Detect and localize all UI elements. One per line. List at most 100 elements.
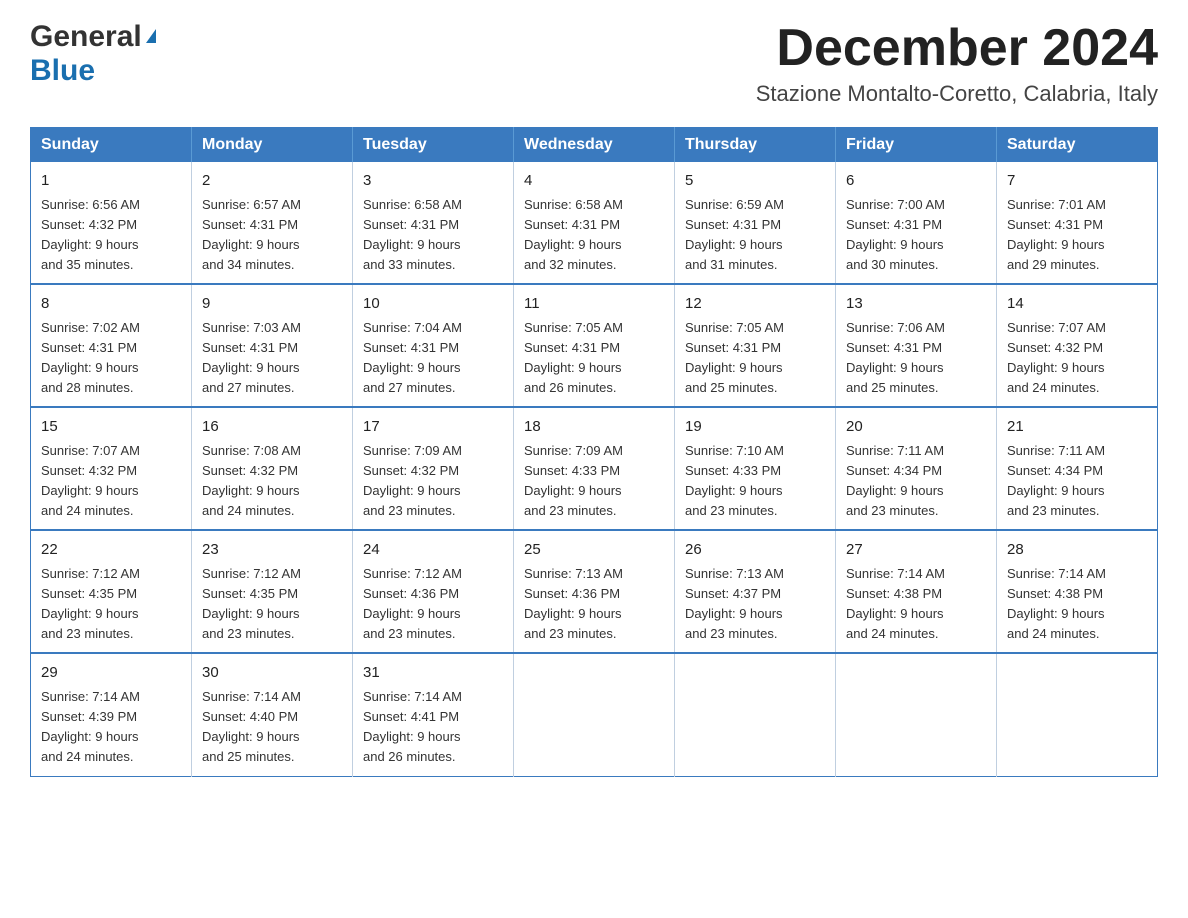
logo-blue: Blue <box>30 54 95 88</box>
day-number: 20 <box>846 416 986 439</box>
calendar-cell: 27Sunrise: 7:14 AMSunset: 4:38 PMDayligh… <box>836 530 997 653</box>
calendar-cell: 8Sunrise: 7:02 AMSunset: 4:31 PMDaylight… <box>31 284 192 407</box>
day-number: 8 <box>41 293 181 316</box>
month-title: December 2024 <box>756 20 1158 77</box>
day-of-week-header: Thursday <box>675 128 836 163</box>
day-number: 9 <box>202 293 342 316</box>
header-right: December 2024 Stazione Montalto-Coretto,… <box>756 20 1158 107</box>
day-of-week-header: Wednesday <box>514 128 675 163</box>
day-number: 16 <box>202 416 342 439</box>
day-number: 23 <box>202 539 342 562</box>
calendar-cell: 11Sunrise: 7:05 AMSunset: 4:31 PMDayligh… <box>514 284 675 407</box>
location-title: Stazione Montalto-Coretto, Calabria, Ita… <box>756 81 1158 107</box>
day-info: Sunrise: 7:10 AMSunset: 4:33 PMDaylight:… <box>685 441 825 522</box>
day-number: 25 <box>524 539 664 562</box>
day-number: 5 <box>685 170 825 193</box>
day-number: 10 <box>363 293 503 316</box>
day-number: 6 <box>846 170 986 193</box>
calendar-cell: 15Sunrise: 7:07 AMSunset: 4:32 PMDayligh… <box>31 407 192 530</box>
day-number: 28 <box>1007 539 1147 562</box>
calendar-cell: 24Sunrise: 7:12 AMSunset: 4:36 PMDayligh… <box>353 530 514 653</box>
day-info: Sunrise: 6:56 AMSunset: 4:32 PMDaylight:… <box>41 195 181 276</box>
day-info: Sunrise: 7:08 AMSunset: 4:32 PMDaylight:… <box>202 441 342 522</box>
day-info: Sunrise: 6:57 AMSunset: 4:31 PMDaylight:… <box>202 195 342 276</box>
calendar-cell: 5Sunrise: 6:59 AMSunset: 4:31 PMDaylight… <box>675 162 836 284</box>
day-of-week-header: Monday <box>192 128 353 163</box>
calendar-cell: 9Sunrise: 7:03 AMSunset: 4:31 PMDaylight… <box>192 284 353 407</box>
calendar-week-row: 8Sunrise: 7:02 AMSunset: 4:31 PMDaylight… <box>31 284 1158 407</box>
calendar-cell: 31Sunrise: 7:14 AMSunset: 4:41 PMDayligh… <box>353 653 514 776</box>
calendar-cell: 21Sunrise: 7:11 AMSunset: 4:34 PMDayligh… <box>997 407 1158 530</box>
day-info: Sunrise: 7:11 AMSunset: 4:34 PMDaylight:… <box>846 441 986 522</box>
calendar-cell: 14Sunrise: 7:07 AMSunset: 4:32 PMDayligh… <box>997 284 1158 407</box>
day-info: Sunrise: 7:01 AMSunset: 4:31 PMDaylight:… <box>1007 195 1147 276</box>
day-number: 18 <box>524 416 664 439</box>
day-number: 27 <box>846 539 986 562</box>
day-info: Sunrise: 7:06 AMSunset: 4:31 PMDaylight:… <box>846 318 986 399</box>
day-info: Sunrise: 7:14 AMSunset: 4:38 PMDaylight:… <box>846 564 986 645</box>
calendar-cell: 30Sunrise: 7:14 AMSunset: 4:40 PMDayligh… <box>192 653 353 776</box>
calendar-cell: 23Sunrise: 7:12 AMSunset: 4:35 PMDayligh… <box>192 530 353 653</box>
calendar-cell <box>514 653 675 776</box>
day-number: 11 <box>524 293 664 316</box>
calendar-week-row: 15Sunrise: 7:07 AMSunset: 4:32 PMDayligh… <box>31 407 1158 530</box>
day-info: Sunrise: 7:02 AMSunset: 4:31 PMDaylight:… <box>41 318 181 399</box>
day-number: 2 <box>202 170 342 193</box>
day-info: Sunrise: 6:58 AMSunset: 4:31 PMDaylight:… <box>363 195 503 276</box>
calendar-cell: 7Sunrise: 7:01 AMSunset: 4:31 PMDaylight… <box>997 162 1158 284</box>
day-of-week-header: Saturday <box>997 128 1158 163</box>
day-number: 4 <box>524 170 664 193</box>
day-info: Sunrise: 7:14 AMSunset: 4:41 PMDaylight:… <box>363 687 503 768</box>
day-info: Sunrise: 7:13 AMSunset: 4:37 PMDaylight:… <box>685 564 825 645</box>
calendar-cell: 26Sunrise: 7:13 AMSunset: 4:37 PMDayligh… <box>675 530 836 653</box>
day-number: 31 <box>363 662 503 685</box>
day-number: 7 <box>1007 170 1147 193</box>
day-info: Sunrise: 7:12 AMSunset: 4:36 PMDaylight:… <box>363 564 503 645</box>
logo-general: General <box>30 20 142 54</box>
calendar-cell: 28Sunrise: 7:14 AMSunset: 4:38 PMDayligh… <box>997 530 1158 653</box>
calendar-header-row: SundayMondayTuesdayWednesdayThursdayFrid… <box>31 128 1158 163</box>
calendar-cell: 3Sunrise: 6:58 AMSunset: 4:31 PMDaylight… <box>353 162 514 284</box>
calendar-week-row: 29Sunrise: 7:14 AMSunset: 4:39 PMDayligh… <box>31 653 1158 776</box>
day-number: 26 <box>685 539 825 562</box>
logo-line1: General <box>30 20 156 54</box>
day-info: Sunrise: 7:14 AMSunset: 4:40 PMDaylight:… <box>202 687 342 768</box>
day-number: 19 <box>685 416 825 439</box>
day-info: Sunrise: 7:07 AMSunset: 4:32 PMDaylight:… <box>41 441 181 522</box>
calendar-cell: 22Sunrise: 7:12 AMSunset: 4:35 PMDayligh… <box>31 530 192 653</box>
day-number: 12 <box>685 293 825 316</box>
calendar-cell <box>997 653 1158 776</box>
calendar-cell: 12Sunrise: 7:05 AMSunset: 4:31 PMDayligh… <box>675 284 836 407</box>
day-number: 30 <box>202 662 342 685</box>
page-header: General Blue December 2024 Stazione Mont… <box>30 20 1158 107</box>
day-number: 14 <box>1007 293 1147 316</box>
calendar-cell: 6Sunrise: 7:00 AMSunset: 4:31 PMDaylight… <box>836 162 997 284</box>
calendar-cell <box>836 653 997 776</box>
day-of-week-header: Sunday <box>31 128 192 163</box>
calendar-week-row: 1Sunrise: 6:56 AMSunset: 4:32 PMDaylight… <box>31 162 1158 284</box>
day-number: 3 <box>363 170 503 193</box>
day-number: 15 <box>41 416 181 439</box>
day-info: Sunrise: 7:13 AMSunset: 4:36 PMDaylight:… <box>524 564 664 645</box>
day-info: Sunrise: 6:59 AMSunset: 4:31 PMDaylight:… <box>685 195 825 276</box>
calendar-week-row: 22Sunrise: 7:12 AMSunset: 4:35 PMDayligh… <box>31 530 1158 653</box>
calendar-cell: 13Sunrise: 7:06 AMSunset: 4:31 PMDayligh… <box>836 284 997 407</box>
day-info: Sunrise: 7:00 AMSunset: 4:31 PMDaylight:… <box>846 195 986 276</box>
logo: General Blue <box>30 20 156 88</box>
day-info: Sunrise: 7:04 AMSunset: 4:31 PMDaylight:… <box>363 318 503 399</box>
day-number: 24 <box>363 539 503 562</box>
day-info: Sunrise: 7:11 AMSunset: 4:34 PMDaylight:… <box>1007 441 1147 522</box>
calendar-cell: 19Sunrise: 7:10 AMSunset: 4:33 PMDayligh… <box>675 407 836 530</box>
calendar-cell: 25Sunrise: 7:13 AMSunset: 4:36 PMDayligh… <box>514 530 675 653</box>
calendar-table: SundayMondayTuesdayWednesdayThursdayFrid… <box>30 127 1158 776</box>
day-info: Sunrise: 7:09 AMSunset: 4:32 PMDaylight:… <box>363 441 503 522</box>
day-info: Sunrise: 6:58 AMSunset: 4:31 PMDaylight:… <box>524 195 664 276</box>
day-info: Sunrise: 7:05 AMSunset: 4:31 PMDaylight:… <box>685 318 825 399</box>
calendar-cell: 4Sunrise: 6:58 AMSunset: 4:31 PMDaylight… <box>514 162 675 284</box>
day-number: 1 <box>41 170 181 193</box>
day-info: Sunrise: 7:12 AMSunset: 4:35 PMDaylight:… <box>202 564 342 645</box>
day-info: Sunrise: 7:14 AMSunset: 4:38 PMDaylight:… <box>1007 564 1147 645</box>
calendar-cell: 20Sunrise: 7:11 AMSunset: 4:34 PMDayligh… <box>836 407 997 530</box>
day-info: Sunrise: 7:05 AMSunset: 4:31 PMDaylight:… <box>524 318 664 399</box>
calendar-cell <box>675 653 836 776</box>
